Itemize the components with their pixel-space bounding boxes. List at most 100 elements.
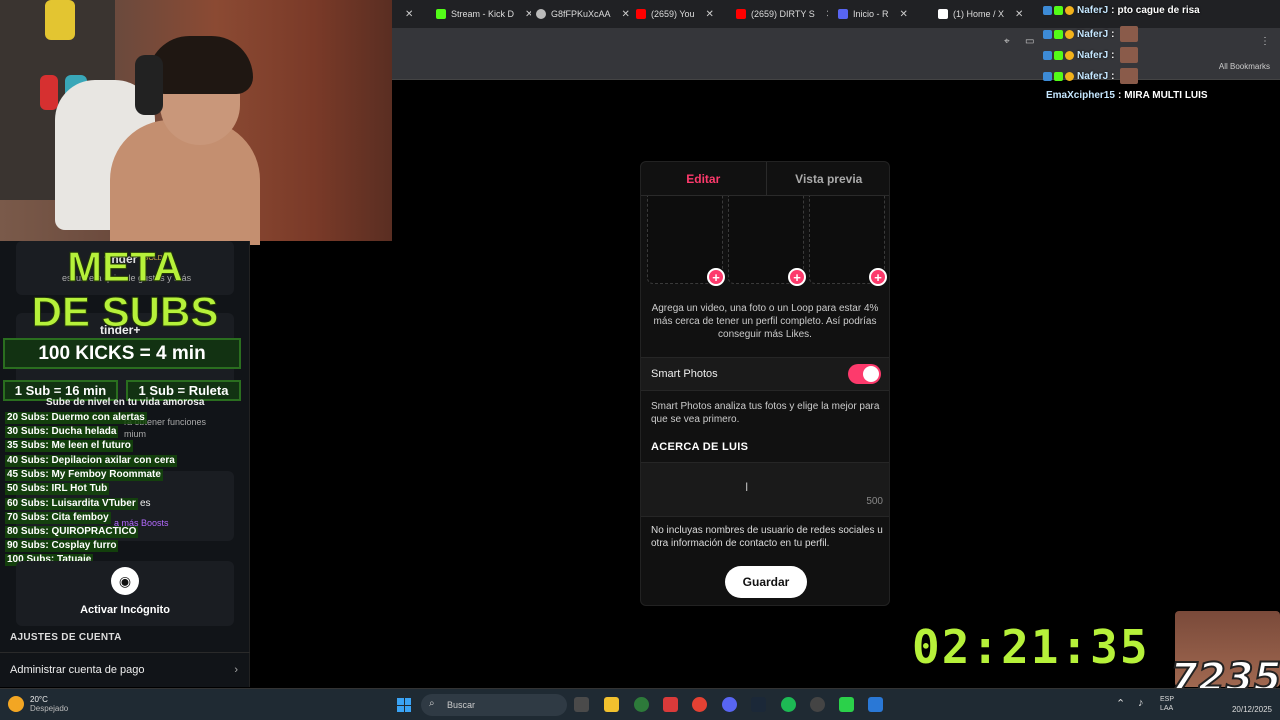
- location-icon[interactable]: ⌖: [1004, 36, 1010, 47]
- payment-account-link[interactable]: Administrar cuenta de pago ›: [0, 652, 250, 686]
- tab-label: (2659) You: [651, 9, 695, 19]
- microphone-icon[interactable]: ♪: [1138, 697, 1144, 709]
- system-clock[interactable]: 20/12/2025: [1232, 693, 1272, 715]
- headset: [135, 55, 163, 115]
- kick-icon: [436, 9, 446, 19]
- edit-profile-panel: Editar Vista previa + + + Agrega un vide…: [640, 161, 890, 606]
- browser-tab[interactable]: (2659) DIRTY S ✕: [736, 4, 828, 24]
- steam-icon[interactable]: [751, 697, 766, 712]
- subathon-timer: 02:21:35: [912, 620, 1150, 674]
- close-icon[interactable]: ✕: [525, 9, 531, 20]
- chat-message: NaferJ :: [1043, 68, 1139, 84]
- account-settings-heading: AJUSTES DE CUENTA: [10, 632, 122, 643]
- chat-separator: :: [1111, 49, 1115, 61]
- search-icon: ⌕: [429, 698, 435, 709]
- ghost-text: es: [140, 498, 151, 509]
- chat-username: NaferJ: [1077, 28, 1109, 40]
- browser-tab[interactable]: Stream - Kick D ✕: [436, 4, 531, 24]
- tab-label: (2659) DIRTY S: [751, 9, 815, 19]
- chat-badges: [1043, 50, 1074, 60]
- app-icon[interactable]: [839, 697, 854, 712]
- app-icon[interactable]: [634, 697, 649, 712]
- chat-username: EmaXcipher15: [1046, 90, 1115, 101]
- file-explorer-icon[interactable]: [604, 697, 619, 712]
- lang-code: ESP: [1160, 696, 1175, 703]
- ghost-text: mium: [124, 429, 146, 439]
- smart-photos-row: Smart Photos: [641, 357, 889, 391]
- webcam-feed: [0, 0, 392, 245]
- browser-tab[interactable]: (2659) You ✕: [636, 4, 726, 24]
- weather-widget[interactable]: 20°C Despejado: [8, 695, 68, 713]
- cast-icon[interactable]: ▭: [1025, 36, 1034, 47]
- add-media-icon[interactable]: +: [869, 268, 887, 286]
- smart-photos-help: Smart Photos analiza tus fotos y elige l…: [651, 401, 880, 425]
- toggle-knob: [863, 366, 879, 382]
- chrome-icon[interactable]: [692, 697, 707, 712]
- about-textarea[interactable]: I 500: [641, 462, 889, 517]
- sub-goal-item: 50 Subs: IRL Hot Tub: [5, 483, 110, 495]
- char-count: 500: [866, 496, 883, 507]
- chat-separator: :: [1111, 70, 1115, 82]
- sub-goal-item: 80 Subs: QUIROPRACTICO: [5, 526, 139, 538]
- sub-goal-item: 40 Subs: Depilacion axilar con cera: [5, 455, 177, 467]
- globe-icon: [536, 9, 546, 19]
- obs-icon[interactable]: [810, 697, 825, 712]
- youtube-icon: [736, 9, 746, 19]
- menu-icon[interactable]: ⋮: [1260, 36, 1270, 47]
- chat-message: NaferJ : pto cague de risa: [1043, 5, 1200, 16]
- task-view-icon[interactable]: [574, 697, 589, 712]
- tab-label: Inicio - R: [853, 9, 889, 19]
- browser-tab[interactable]: Inicio - R ✕: [838, 4, 928, 24]
- taskbar-search[interactable]: ⌕ Buscar: [421, 694, 567, 716]
- browser-tab[interactable]: G8fFPKuXcAA ✕: [536, 4, 632, 24]
- smart-photos-label: Smart Photos: [651, 368, 718, 380]
- chat-message: EmaXcipher15 : MIRA MULTI LUIS: [1046, 90, 1208, 101]
- chat-text: MIRA MULTI LUIS: [1124, 90, 1208, 101]
- chat-username: NaferJ: [1077, 49, 1109, 61]
- address-bar[interactable]: ⌖ ▭ ⋮: [392, 28, 1280, 56]
- spotify-icon[interactable]: [781, 697, 796, 712]
- chat-message: NaferJ :: [1043, 47, 1139, 63]
- chat-message: NaferJ :: [1043, 26, 1139, 42]
- windows-start-icon[interactable]: [397, 698, 411, 712]
- app-icon[interactable]: [663, 697, 678, 712]
- sub-goal-item: 90 Subs: Cosplay furro: [5, 540, 119, 552]
- chat-badges: [1043, 6, 1074, 15]
- browser-tab[interactable]: ✕: [394, 4, 422, 24]
- close-icon[interactable]: ✕: [405, 9, 413, 20]
- emote-icon: [1120, 47, 1139, 63]
- sub-goal-item: 35 Subs: Me leen el futuro: [5, 440, 133, 452]
- close-icon[interactable]: ✕: [900, 9, 908, 20]
- add-media-icon[interactable]: +: [707, 268, 725, 286]
- smart-photos-toggle[interactable]: [848, 364, 881, 384]
- close-icon[interactable]: ✕: [622, 9, 630, 20]
- sub-goal-item: 45 Subs: My Femboy Roommate: [5, 469, 163, 481]
- all-bookmarks-link[interactable]: All Bookmarks: [1219, 62, 1270, 71]
- about-heading: ACERCA DE LUIS: [651, 441, 749, 453]
- chat-badges: [1043, 71, 1074, 81]
- add-media-icon[interactable]: +: [788, 268, 806, 286]
- temperature: 20°C: [30, 695, 48, 704]
- close-icon[interactable]: ✕: [1015, 9, 1023, 20]
- save-button[interactable]: Guardar: [725, 566, 807, 598]
- app-icon[interactable]: [868, 697, 883, 712]
- browser-tab[interactable]: (1) Home / X ✕: [938, 4, 1030, 24]
- incognito-card[interactable]: ◉ Activar Incógnito: [16, 561, 234, 626]
- chevron-up-icon[interactable]: ⌃: [1116, 697, 1125, 710]
- date: 20/12/2025: [1231, 705, 1272, 714]
- language-indicator[interactable]: ESP LAA: [1160, 695, 1174, 713]
- x-icon: [938, 9, 948, 19]
- youtube-icon: [636, 9, 646, 19]
- meta-title-2: DE SUBS: [31, 288, 219, 335]
- tab-preview[interactable]: Vista previa: [765, 162, 890, 195]
- about-help-text: No incluyas nombres de usuario de redes …: [651, 525, 883, 549]
- bookmarks-bar: All Bookmarks: [392, 56, 1280, 80]
- text-cursor-icon: I: [745, 480, 749, 494]
- incognito-label: Activar Incógnito: [80, 604, 170, 616]
- chat-text: pto cague de risa: [1117, 5, 1200, 16]
- app-icon: [838, 9, 848, 19]
- tab-edit[interactable]: Editar: [641, 162, 766, 195]
- close-icon[interactable]: ✕: [706, 9, 714, 20]
- discord-icon[interactable]: [722, 697, 737, 712]
- close-icon[interactable]: ✕: [826, 9, 828, 20]
